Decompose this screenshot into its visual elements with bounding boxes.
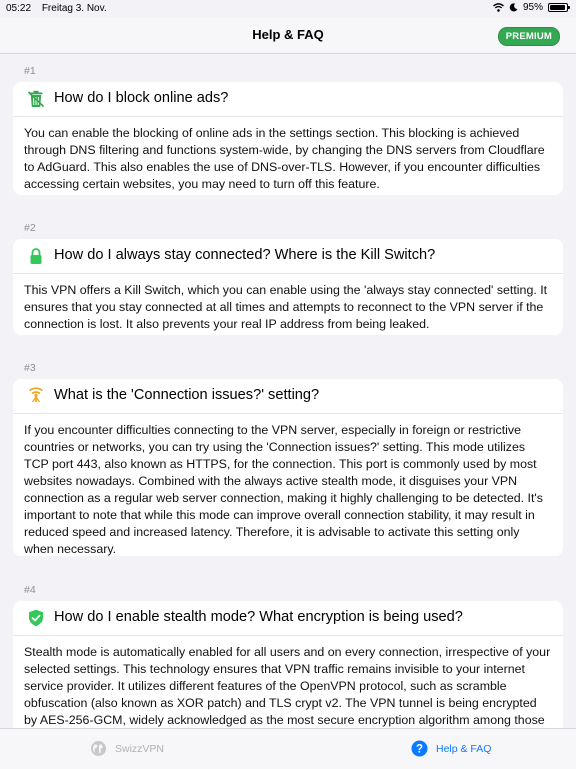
faq-answer: You can enable the blocking of online ad… (13, 117, 563, 201)
status-date: Freitag 3. Nov. (42, 3, 107, 14)
status-time: 05:22 (6, 3, 31, 14)
faq-card-4: How do I enable stealth mode? What encry… (13, 601, 563, 728)
faq-number-3: #3 (24, 362, 36, 374)
tab-label: Help & FAQ (436, 743, 491, 755)
navigation-bar: Help & FAQ PREMIUM (0, 18, 576, 54)
tab-label: SwizzVPN (115, 743, 164, 755)
shield-check-icon (27, 609, 45, 627)
battery-level (550, 5, 565, 10)
faq-list[interactable]: #1 How do I block online ads? You can en… (0, 54, 576, 728)
tab-help-faq[interactable]: ? Help & FAQ (411, 740, 491, 757)
antenna-icon (27, 387, 45, 405)
faq-number-1: #1 (24, 65, 36, 77)
faq-number-2: #2 (24, 222, 36, 234)
faq-card-1: How do I block online ads? You can enabl… (13, 82, 563, 195)
svg-text:?: ? (416, 744, 423, 756)
faq-question-header: How do I enable stealth mode? What encry… (13, 601, 563, 636)
faq-question: How do I block online ads? (54, 90, 228, 106)
premium-button[interactable]: PREMIUM (498, 27, 560, 46)
lock-icon (27, 247, 45, 265)
trash-icon (27, 90, 45, 108)
faq-question-header: What is the 'Connection issues?' setting… (13, 379, 563, 414)
status-right: 95% (493, 2, 568, 13)
faq-question-header: How do I always stay connected? Where is… (13, 239, 563, 274)
tab-bar: SwizzVPN ? Help & FAQ (0, 728, 576, 769)
faq-question-header: How do I block online ads? (13, 82, 563, 117)
page-title: Help & FAQ (0, 27, 576, 42)
faq-card-2: How do I always stay connected? Where is… (13, 239, 563, 335)
battery-percent: 95% (523, 2, 543, 13)
question-circle-icon: ? (411, 740, 428, 757)
battery-icon (548, 3, 568, 12)
faq-answer: If you encounter difficulties connecting… (13, 414, 563, 566)
moon-icon (509, 3, 518, 12)
faq-question: How do I always stay connected? Where is… (54, 247, 435, 263)
faq-number-4: #4 (24, 584, 36, 596)
status-bar: 05:22 Freitag 3. Nov. 95% (0, 0, 576, 18)
wifi-icon (493, 3, 504, 12)
faq-question: How do I enable stealth mode? What encry… (54, 609, 463, 625)
tab-swizzvpn[interactable]: SwizzVPN (90, 740, 164, 757)
faq-card-3: What is the 'Connection issues?' setting… (13, 379, 563, 556)
faq-question: What is the 'Connection issues?' setting… (54, 387, 319, 403)
faq-answer: This VPN offers a Kill Switch, which you… (13, 274, 563, 341)
status-left: 05:22 Freitag 3. Nov. (6, 3, 115, 14)
globe-icon (90, 740, 107, 757)
faq-answer: Stealth mode is automatically enabled fo… (13, 636, 563, 728)
